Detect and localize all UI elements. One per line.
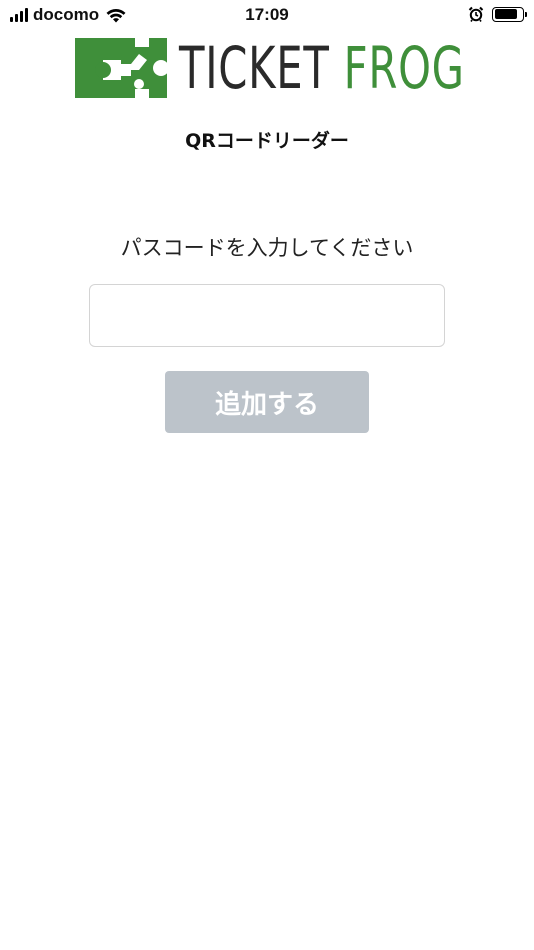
logo-wordmark: TICKET FROG [179,38,465,98]
screen: docomo 17:09 TICKET FROG QRコードリーダー パスコード… [0,0,534,950]
ticket-frog-logo-mark-icon [75,38,167,98]
add-button[interactable]: 追加する [165,371,369,433]
ticket-frog-logo: TICKET FROG [75,38,464,98]
status-bar: docomo 17:09 [0,0,534,30]
alarm-icon [468,6,484,22]
page-title: QRコードリーダー [185,130,349,152]
battery-icon [492,6,527,22]
passcode-prompt: パスコードを入力してください [120,236,414,260]
status-time: 17:09 [245,5,289,24]
passcode-input[interactable] [89,284,445,347]
logo-word-frog: FROG [343,34,465,102]
logo-word-ticket: TICKET [179,34,330,102]
status-right [468,6,527,22]
